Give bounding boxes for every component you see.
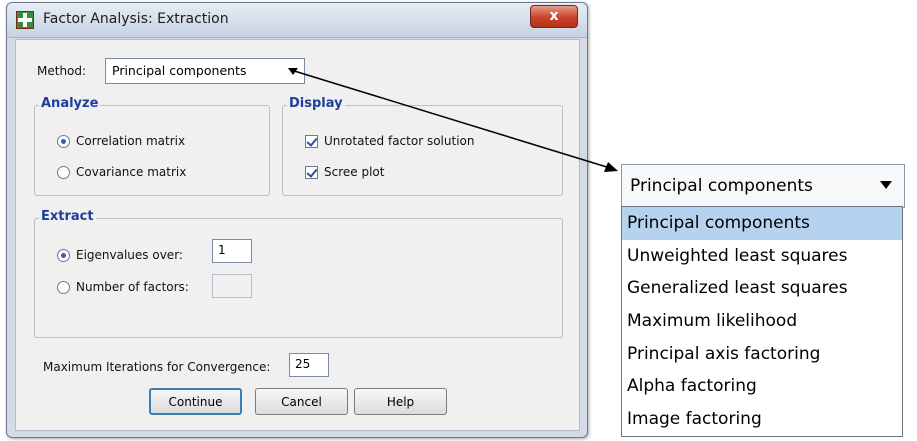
method-dropdown-zoomed-value: Principal components bbox=[630, 176, 813, 196]
callout-arrow-line bbox=[290, 69, 611, 169]
method-dropdown-zoomed[interactable]: Principal components bbox=[621, 164, 905, 208]
method-option-maximum-likelihood[interactable]: Maximum likelihood bbox=[622, 305, 902, 338]
method-option-principal-axis-factoring[interactable]: Principal axis factoring bbox=[622, 338, 902, 371]
method-option-principal-components[interactable]: Principal components bbox=[622, 207, 902, 240]
method-option-alpha-factoring[interactable]: Alpha factoring bbox=[622, 370, 902, 403]
chevron-down-icon[interactable] bbox=[880, 181, 892, 189]
method-option-generalized-least-squares[interactable]: Generalized least squares bbox=[622, 272, 902, 305]
method-option-unweighted-least-squares[interactable]: Unweighted least squares bbox=[622, 240, 902, 273]
callout-arrowhead bbox=[604, 162, 618, 172]
method-options-list: Principal components Unweighted least sq… bbox=[621, 206, 903, 437]
method-option-image-factoring[interactable]: Image factoring bbox=[622, 403, 902, 436]
